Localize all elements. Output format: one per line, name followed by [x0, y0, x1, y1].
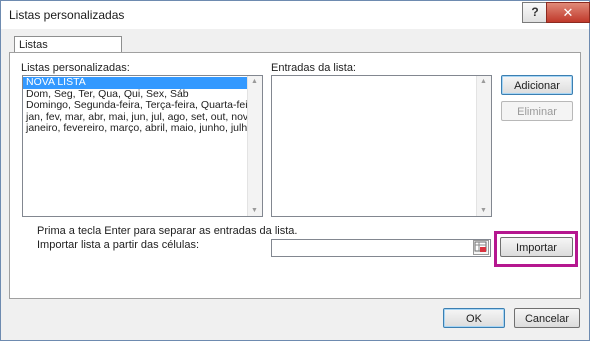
list-entries-textarea[interactable]: ▲ ▼	[271, 75, 492, 217]
list-item[interactable]: Domingo, Segunda-feira, Terça-feira, Qua…	[23, 100, 249, 112]
scroll-up-icon[interactable]: ▲	[251, 78, 258, 85]
list-item[interactable]: jan, fev, mar, abr, mai, jun, jul, ago, …	[23, 112, 249, 124]
custom-lists-label: Listas personalizadas:	[21, 62, 130, 74]
range-select-icon	[474, 241, 487, 252]
list-entries-label: Entradas da lista:	[271, 62, 356, 74]
import-from-label: Importar lista a partir das células:	[37, 239, 200, 251]
window-title: Listas personalizadas	[9, 8, 125, 22]
import-button[interactable]: Importar	[500, 237, 573, 257]
list-item[interactable]: janeiro, fevereiro, março, abril, maio, …	[23, 123, 249, 135]
list-items: NOVA LISTA Dom, Seg, Ter, Qua, Qui, Sex,…	[23, 77, 249, 135]
enter-hint-text: Prima a tecla Enter para separar as entr…	[37, 225, 298, 237]
listbox-scrollbar[interactable]: ▲ ▼	[247, 76, 262, 216]
tab-custom-lists[interactable]: Listas personalizadas	[14, 36, 122, 68]
cancel-button[interactable]: Cancelar	[514, 308, 580, 328]
custom-lists-listbox[interactable]: NOVA LISTA Dom, Seg, Ter, Qua, Qui, Sex,…	[22, 75, 263, 217]
range-select-button[interactable]	[473, 240, 489, 255]
scroll-down-icon[interactable]: ▼	[480, 207, 487, 214]
scroll-down-icon[interactable]: ▼	[251, 207, 258, 214]
close-button[interactable]: ✕	[546, 2, 590, 23]
title-bar[interactable]: Listas personalizadas ? ✕	[1, 1, 590, 29]
custom-lists-dialog: Listas personalizadas ? ✕ Listas persona…	[0, 0, 590, 341]
delete-button[interactable]: Eliminar	[501, 101, 573, 121]
add-button[interactable]: Adicionar	[501, 75, 573, 95]
help-button[interactable]: ?	[522, 2, 548, 23]
scroll-up-icon[interactable]: ▲	[480, 78, 487, 85]
ok-button[interactable]: OK	[443, 308, 505, 328]
list-item[interactable]: NOVA LISTA	[23, 77, 249, 89]
list-item[interactable]: Dom, Seg, Ter, Qua, Qui, Sex, Sáb	[23, 89, 249, 101]
import-range-input[interactable]	[271, 239, 491, 257]
entries-scrollbar[interactable]: ▲ ▼	[476, 76, 491, 216]
